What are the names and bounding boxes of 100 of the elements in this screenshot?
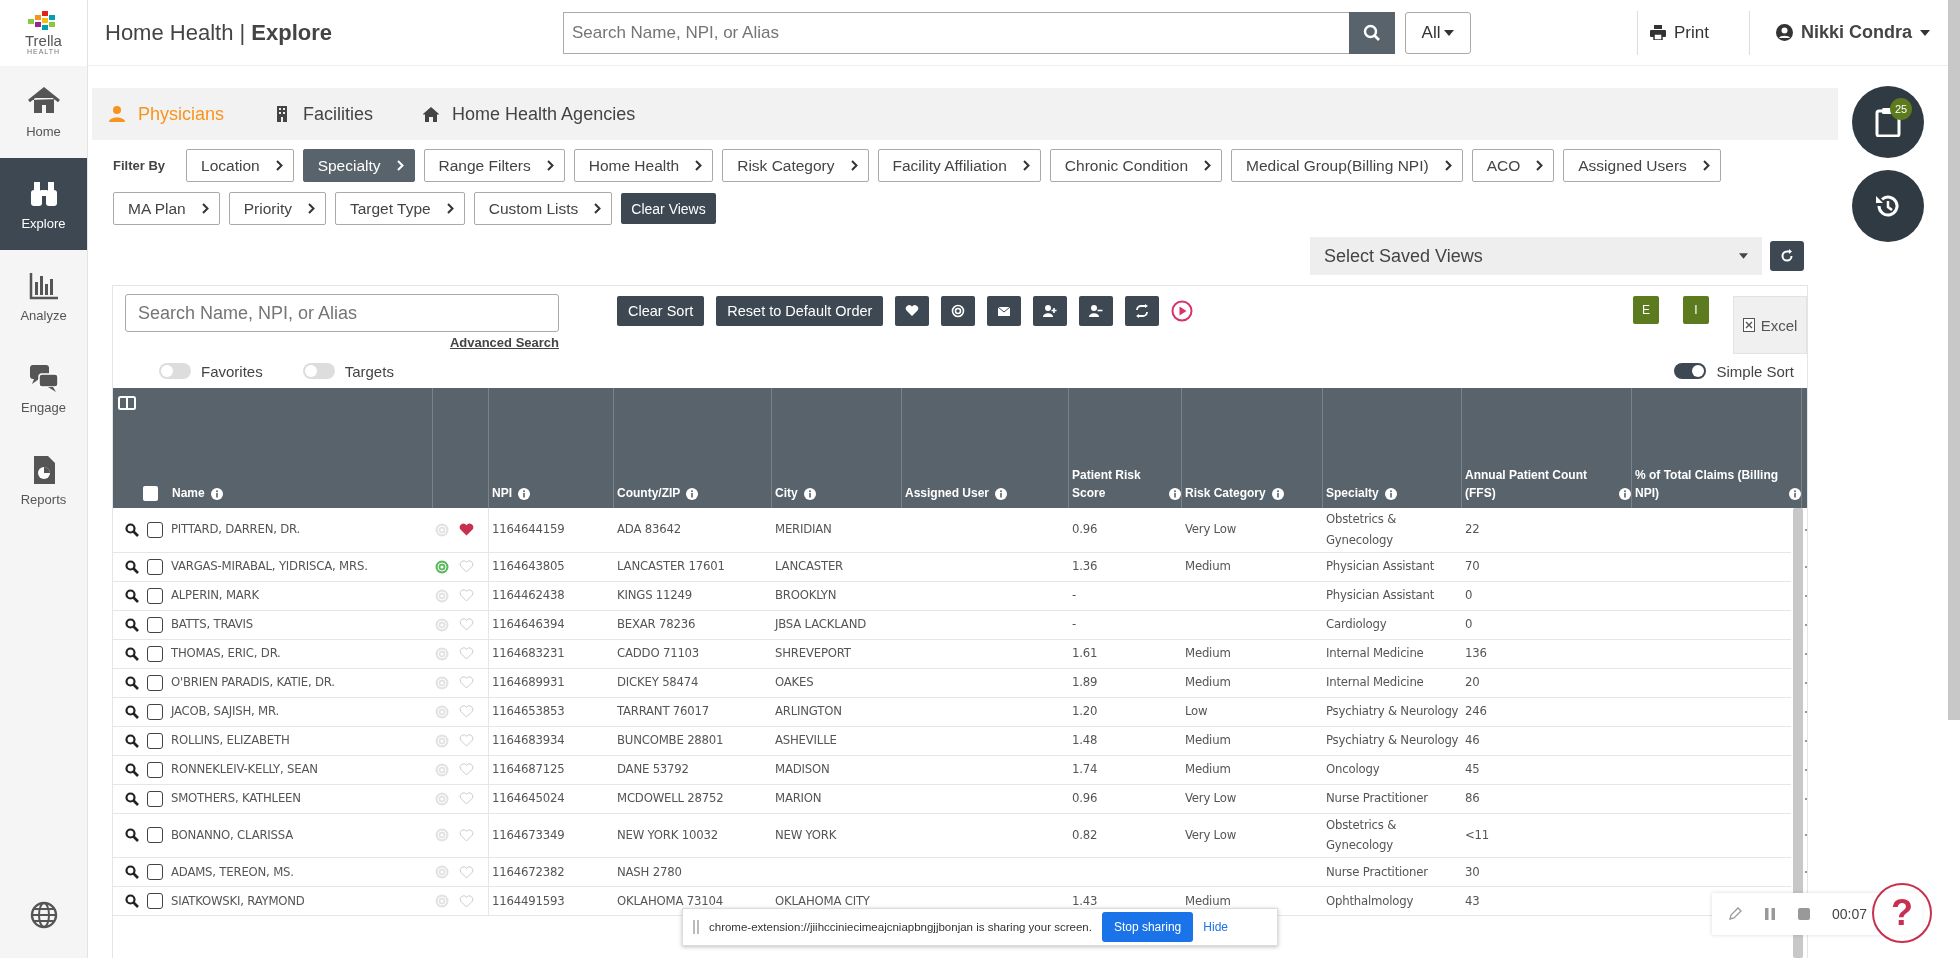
sidebar-item[interactable]: Home bbox=[0, 66, 87, 158]
help-button[interactable]: ? bbox=[1872, 883, 1932, 943]
print-button[interactable]: Print bbox=[1637, 10, 1721, 55]
toolbar-button[interactable]: Reset to Default Order bbox=[716, 296, 884, 326]
user-plus-button[interactable] bbox=[1033, 296, 1068, 326]
row-checkbox[interactable] bbox=[147, 893, 163, 910]
row-checkbox[interactable] bbox=[147, 521, 163, 538]
scrollbar[interactable] bbox=[1793, 508, 1803, 958]
search-button[interactable] bbox=[1349, 11, 1395, 54]
export-e-button[interactable]: E bbox=[1633, 296, 1659, 324]
play-circle-icon[interactable] bbox=[1171, 300, 1194, 322]
magnifier-icon[interactable] bbox=[125, 704, 139, 719]
column-header[interactable]: Annual Patient Count (FFS) bbox=[1465, 465, 1613, 503]
excel-button[interactable]: Excel bbox=[1733, 296, 1807, 354]
table-cell-text: JBSA LACKLAND bbox=[775, 615, 866, 634]
column-header[interactable]: City bbox=[775, 484, 798, 503]
sidebar-item[interactable]: Reports bbox=[0, 434, 87, 526]
row-checkbox[interactable] bbox=[147, 732, 163, 749]
column-header[interactable]: Patient Risk Score bbox=[1072, 465, 1163, 503]
toolbar-button[interactable]: Clear Sort bbox=[617, 296, 705, 326]
row-checkbox[interactable] bbox=[147, 864, 163, 881]
pencil-icon[interactable] bbox=[1728, 907, 1742, 921]
saved-views-dropdown[interactable]: Select Saved Views bbox=[1310, 237, 1762, 275]
user-menu[interactable]: Nikki Condra bbox=[1748, 10, 1930, 55]
row-checkbox[interactable] bbox=[147, 645, 163, 662]
magnifier-icon[interactable] bbox=[125, 646, 139, 661]
search-icon bbox=[1363, 23, 1381, 42]
globe-icon[interactable] bbox=[28, 900, 59, 930]
column-header[interactable]: Specialty bbox=[1326, 484, 1379, 503]
page-scrollbar[interactable] bbox=[1948, 0, 1960, 720]
tab[interactable]: Facilities bbox=[274, 103, 374, 125]
column-header[interactable]: Assigned User bbox=[905, 484, 990, 503]
search-field[interactable]: Search Name, NPI, or Alias bbox=[125, 294, 559, 332]
magnifier-icon[interactable] bbox=[125, 894, 139, 909]
row-checkbox[interactable] bbox=[147, 587, 163, 604]
filter-button[interactable]: Range Filters bbox=[423, 149, 565, 182]
sidebar-item[interactable]: Analyze bbox=[0, 250, 87, 342]
heart-icon[interactable] bbox=[459, 523, 474, 537]
sidebar-item[interactable]: Explore bbox=[0, 158, 87, 250]
select-all-checkbox[interactable] bbox=[143, 486, 158, 501]
column-header[interactable]: % of Total Claims (Billing NPI) bbox=[1635, 465, 1783, 503]
refresh-button[interactable] bbox=[1770, 241, 1804, 271]
toggle-switch[interactable] bbox=[302, 363, 335, 379]
magnifier-icon[interactable] bbox=[125, 791, 139, 806]
row-checkbox[interactable] bbox=[147, 703, 163, 720]
filter-button[interactable]: Assigned Users bbox=[1563, 149, 1721, 182]
filter-button[interactable]: MA Plan bbox=[113, 192, 220, 225]
envelope-button[interactable] bbox=[987, 296, 1022, 326]
row-checkbox[interactable] bbox=[147, 827, 163, 844]
sidebar-item[interactable]: Engage bbox=[0, 342, 87, 434]
filter-button[interactable]: Facility Affiliation bbox=[877, 149, 1041, 182]
column-header[interactable]: County/ZIP bbox=[617, 484, 681, 503]
row-checkbox[interactable] bbox=[147, 558, 163, 575]
clipboard-button[interactable]: 25 bbox=[1852, 86, 1924, 158]
toggle-switch[interactable] bbox=[159, 363, 191, 379]
scope-dropdown[interactable]: All bbox=[1405, 11, 1471, 54]
row-checkbox[interactable] bbox=[147, 761, 163, 778]
heart-button[interactable] bbox=[895, 296, 930, 326]
magnifier-icon[interactable] bbox=[125, 733, 139, 748]
filter-button[interactable]: Medical Group(Billing NPI) bbox=[1231, 149, 1463, 182]
toggle-switch[interactable] bbox=[1674, 363, 1707, 379]
column-header[interactable]: Name bbox=[172, 484, 205, 503]
filter-button[interactable]: Risk Category bbox=[722, 149, 869, 182]
target-button[interactable] bbox=[941, 296, 976, 326]
pause-icon[interactable] bbox=[1764, 908, 1776, 920]
search-field[interactable]: Search Name, NPI, or Alias bbox=[563, 11, 1349, 54]
swap-arrows-button[interactable] bbox=[1125, 296, 1160, 326]
magnifier-icon[interactable] bbox=[125, 588, 139, 603]
row-checkbox[interactable] bbox=[147, 790, 163, 807]
magnifier-icon[interactable] bbox=[125, 675, 139, 690]
magnifier-icon[interactable] bbox=[125, 762, 139, 777]
chevron-right-icon bbox=[1204, 160, 1212, 171]
export-i-button[interactable]: I bbox=[1683, 296, 1709, 324]
spreadsheet-icon bbox=[1742, 318, 1755, 332]
table-cell-text: Psychiatry & Neurology bbox=[1326, 702, 1459, 721]
magnifier-icon[interactable] bbox=[125, 828, 139, 843]
filter-button[interactable]: Priority bbox=[228, 192, 326, 225]
magnifier-icon[interactable] bbox=[125, 617, 139, 632]
row-checkbox[interactable] bbox=[147, 616, 163, 633]
advanced-search-link[interactable]: Advanced Search bbox=[449, 335, 559, 350]
filter-button[interactable]: ACO bbox=[1471, 149, 1555, 182]
filter-button[interactable]: Target Type bbox=[334, 192, 465, 225]
hide-link[interactable]: Hide bbox=[1203, 920, 1228, 934]
magnifier-icon[interactable] bbox=[125, 865, 139, 880]
chevron-right-icon bbox=[396, 160, 404, 171]
user-minus-button[interactable] bbox=[1079, 296, 1114, 326]
column-header[interactable]: NPI bbox=[492, 484, 512, 503]
filter-button[interactable]: Location bbox=[186, 149, 294, 182]
magnifier-icon[interactable] bbox=[125, 559, 139, 574]
filter-button[interactable]: Custom Lists bbox=[473, 192, 613, 225]
filter-button[interactable]: Home Health bbox=[573, 149, 714, 182]
clear-views-button[interactable]: Clear Views bbox=[621, 193, 716, 224]
stop-sharing-button[interactable]: Stop sharing bbox=[1101, 912, 1194, 942]
magnifier-icon[interactable] bbox=[125, 522, 139, 537]
column-header[interactable]: Risk Category bbox=[1185, 484, 1266, 503]
row-checkbox[interactable] bbox=[147, 674, 163, 691]
filter-button[interactable]: Specialty bbox=[302, 149, 415, 182]
tab[interactable]: Home Health Agencies bbox=[423, 103, 636, 125]
columns-icon[interactable] bbox=[118, 396, 136, 410]
filter-button[interactable]: Chronic Condition bbox=[1049, 149, 1223, 182]
